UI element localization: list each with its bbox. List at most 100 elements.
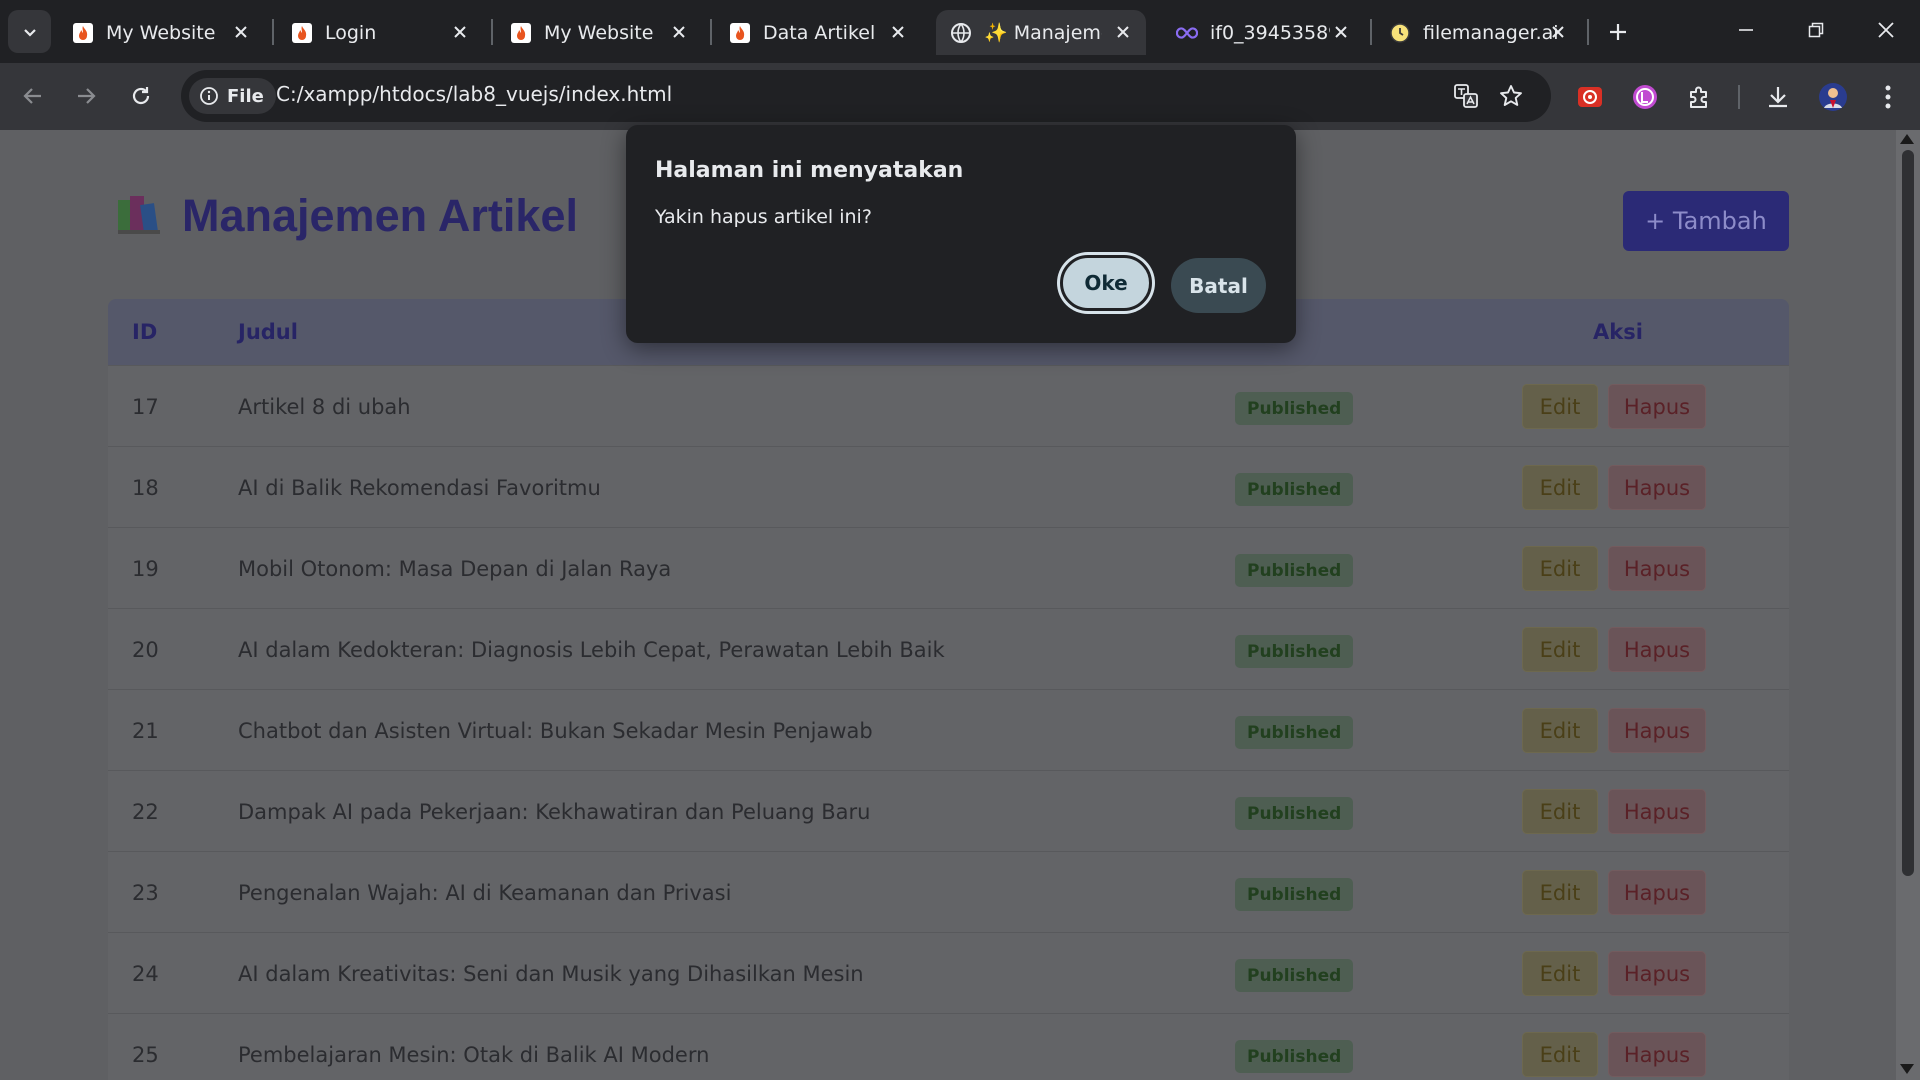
- status-badge: Published: [1235, 635, 1354, 668]
- chevron-down-icon: [23, 28, 36, 37]
- cell-id: 23: [132, 881, 159, 905]
- edit-button[interactable]: Edit: [1522, 465, 1598, 510]
- page-title: Manajemen Artikel: [182, 190, 578, 241]
- minimize-button[interactable]: [1724, 12, 1768, 48]
- books-icon: [116, 192, 164, 240]
- close-tab-icon[interactable]: [449, 21, 471, 43]
- cell-title: AI di Balik Rekomendasi Favoritmu: [238, 476, 601, 500]
- close-tab-icon[interactable]: [668, 21, 690, 43]
- status-badge: Published: [1235, 878, 1354, 911]
- table-row: 24 AI dalam Kreativitas: Seni dan Musik y…: [108, 932, 1789, 1013]
- cell-id: 18: [132, 476, 159, 500]
- cell-id: 24: [132, 962, 159, 986]
- close-tab-icon[interactable]: [230, 21, 252, 43]
- close-tab-icon[interactable]: [1330, 21, 1352, 43]
- menu-kebab-icon[interactable]: [1872, 81, 1904, 113]
- scroll-down-arrow-icon[interactable]: [1900, 1064, 1914, 1074]
- cell-title: AI dalam Kedokteran: Diagnosis Lebih Cep…: [238, 638, 945, 662]
- tab-search-button[interactable]: [8, 10, 51, 53]
- edit-button[interactable]: Edit: [1522, 789, 1598, 834]
- tab-login[interactable]: Login: [277, 10, 483, 55]
- tab-my-website-2[interactable]: My Website: [496, 10, 702, 55]
- tab-if0[interactable]: if0_39453589: [1162, 10, 1364, 55]
- cancel-button[interactable]: Batal: [1171, 258, 1266, 313]
- restore-button[interactable]: [1794, 12, 1838, 48]
- extension-red-icon[interactable]: [1574, 81, 1606, 113]
- site-info-label: File: [227, 85, 264, 107]
- edit-button[interactable]: Edit: [1522, 627, 1598, 672]
- edit-button[interactable]: Edit: [1522, 1032, 1598, 1077]
- download-icon[interactable]: [1762, 81, 1794, 113]
- bookmark-star-icon[interactable]: [1496, 81, 1526, 111]
- edit-button[interactable]: Edit: [1522, 708, 1598, 753]
- table-row: 23 Pengenalan Wajah: AI di Keamanan dan P…: [108, 851, 1789, 932]
- tab-manajemen-active[interactable]: ✨ Manajeme: [936, 10, 1146, 55]
- edit-button[interactable]: Edit: [1522, 951, 1598, 996]
- close-tab-icon[interactable]: [887, 21, 909, 43]
- tab-title: My Website: [544, 21, 654, 44]
- back-button[interactable]: [13, 76, 53, 116]
- page-header: Manajemen Artikel: [116, 190, 578, 242]
- edit-button[interactable]: Edit: [1522, 870, 1598, 915]
- tab-title: Data Artikel: [763, 21, 876, 44]
- cell-title: Pengenalan Wajah: AI di Keamanan dan Pri…: [238, 881, 732, 905]
- tab-data-artikel[interactable]: Data Artikel: [715, 10, 921, 55]
- arrow-left-icon: [23, 88, 41, 104]
- plus-icon: [1610, 24, 1626, 40]
- new-tab-button[interactable]: [1600, 14, 1636, 50]
- tab-my-website-1[interactable]: My Website: [58, 10, 264, 55]
- table-row: 25 Pembelajaran Mesin: Otak di Balik AI M…: [108, 1013, 1789, 1080]
- tab-divider: [491, 19, 493, 45]
- tab-filemanager[interactable]: filemanager.ai: [1375, 10, 1581, 55]
- address-bar[interactable]: File C:/xampp/htdocs/lab8_vuejs/index.ht…: [181, 70, 1551, 122]
- delete-button[interactable]: Hapus: [1608, 546, 1706, 591]
- column-header-actions: Aksi: [1593, 320, 1643, 344]
- close-window-button[interactable]: [1864, 12, 1908, 48]
- scroll-up-arrow-icon[interactable]: [1900, 134, 1914, 144]
- dialog-message: Yakin hapus artikel ini?: [655, 206, 872, 228]
- url-text[interactable]: C:/xampp/htdocs/lab8_vuejs/index.html: [276, 82, 672, 106]
- forward-button[interactable]: [66, 76, 106, 116]
- cell-title: Dampak AI pada Pekerjaan: Kekhawatiran d…: [238, 800, 871, 824]
- delete-button[interactable]: Hapus: [1608, 627, 1706, 672]
- delete-button[interactable]: Hapus: [1608, 384, 1706, 429]
- edit-button[interactable]: Edit: [1522, 546, 1598, 591]
- flame-icon: [729, 22, 751, 44]
- infinity-icon: [1176, 22, 1198, 44]
- extensions-puzzle-icon[interactable]: [1684, 81, 1716, 113]
- cell-id: 22: [132, 800, 159, 824]
- tab-title: filemanager.ai: [1423, 21, 1559, 44]
- profile-avatar[interactable]: [1817, 81, 1849, 113]
- tab-divider: [272, 19, 274, 45]
- delete-button[interactable]: Hapus: [1608, 870, 1706, 915]
- extension-purple-icon[interactable]: [1629, 81, 1661, 113]
- reload-button[interactable]: [121, 76, 161, 116]
- status-badge: Published: [1235, 1040, 1354, 1073]
- ok-button[interactable]: Oke: [1060, 255, 1152, 311]
- reload-icon: [132, 87, 150, 105]
- cell-id: 25: [132, 1043, 159, 1067]
- status-badge: Published: [1235, 716, 1354, 749]
- status-badge: Published: [1235, 959, 1354, 992]
- table-row: 17 Artikel 8 di ubah Published Edit Hapus: [108, 365, 1789, 446]
- scrollbar-thumb[interactable]: [1902, 150, 1914, 876]
- translate-icon[interactable]: [1451, 81, 1481, 111]
- clock-icon: [1389, 22, 1411, 44]
- site-info-chip[interactable]: File: [189, 78, 276, 114]
- cell-id: 17: [132, 395, 159, 419]
- delete-button[interactable]: Hapus: [1608, 951, 1706, 996]
- edit-button[interactable]: Edit: [1522, 384, 1598, 429]
- add-article-button[interactable]: + Tambah: [1623, 191, 1789, 251]
- cell-id: 20: [132, 638, 159, 662]
- close-tab-icon[interactable]: [1547, 21, 1569, 43]
- tab-title: ✨ Manajeme: [984, 22, 1102, 44]
- arrow-right-icon: [78, 88, 96, 104]
- globe-icon: [950, 22, 972, 44]
- table-row: 19 Mobil Otonom: Masa Depan di Jalan Raya…: [108, 527, 1789, 608]
- close-tab-icon[interactable]: [1112, 21, 1134, 43]
- tab-bar: My Website Login My Website Data Artikel…: [0, 0, 1920, 63]
- delete-button[interactable]: Hapus: [1608, 789, 1706, 834]
- delete-button[interactable]: Hapus: [1608, 1032, 1706, 1077]
- delete-button[interactable]: Hapus: [1608, 465, 1706, 510]
- delete-button[interactable]: Hapus: [1608, 708, 1706, 753]
